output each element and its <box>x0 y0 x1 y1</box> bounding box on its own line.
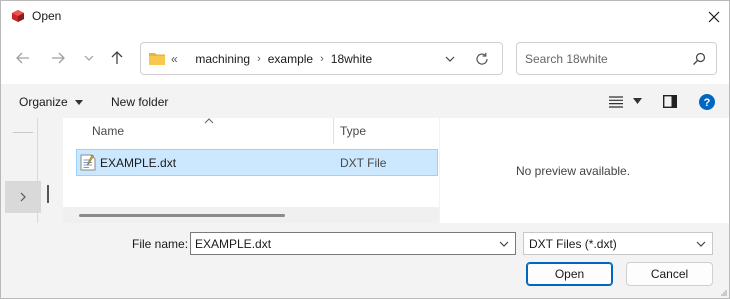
chevron-down-icon <box>84 55 94 61</box>
folder-icon <box>149 53 165 65</box>
navigation-pane-divider <box>13 132 33 133</box>
chevron-down-icon[interactable] <box>499 241 509 247</box>
file-type: DXT File <box>340 156 387 170</box>
file-name-combobox[interactable] <box>190 232 516 255</box>
resize-grip-icon[interactable] <box>721 290 727 296</box>
arrow-left-icon <box>16 52 29 64</box>
help-icon[interactable]: ? <box>699 94 715 110</box>
breadcrumb-overflow[interactable]: « <box>171 52 178 66</box>
dialog-footer: File name: DXT Files (*.dxt) Open Cancel <box>1 223 729 298</box>
breadcrumb: « › machining › example › 18white <box>171 52 372 66</box>
search-icon <box>693 52 706 65</box>
file-name-input[interactable] <box>195 236 485 252</box>
preview-pane: No preview available. <box>440 118 729 223</box>
cube-app-icon <box>12 10 24 22</box>
view-options-caret-icon[interactable] <box>633 98 642 104</box>
navigation-pane <box>1 118 42 223</box>
file-row[interactable]: EXAMPLE.dxt DXT File <box>76 149 438 176</box>
title-bar: Open <box>1 1 729 32</box>
preview-message: No preview available. <box>516 164 631 178</box>
svg-text:?: ? <box>704 97 711 109</box>
column-header-type[interactable]: Type <box>340 124 366 138</box>
chevron-right-icon <box>20 192 26 202</box>
recent-locations-button[interactable] <box>79 48 99 68</box>
window-title: Open <box>32 9 62 23</box>
refresh-icon[interactable] <box>474 51 490 67</box>
arrow-up-icon <box>111 51 123 64</box>
caret-down-icon <box>74 99 83 105</box>
address-bar[interactable]: « › machining › example › 18white <box>140 42 503 75</box>
pane-splitter[interactable] <box>47 185 49 203</box>
cancel-button[interactable]: Cancel <box>626 262 713 286</box>
close-button[interactable] <box>699 1 729 32</box>
file-list: Name Type EXAMPLE.dxt DXT File <box>63 118 439 223</box>
command-bar: Organize New folder ? <box>1 85 729 118</box>
forward-button[interactable] <box>48 48 68 68</box>
horizontal-scrollbar[interactable] <box>63 207 439 223</box>
breadcrumb-item-example[interactable]: example <box>268 52 313 66</box>
up-button[interactable] <box>107 48 127 68</box>
file-name: EXAMPLE.dxt <box>100 156 177 170</box>
chevron-down-icon <box>696 241 706 247</box>
column-divider[interactable] <box>333 118 334 144</box>
open-dialog: Open « machining › example › 18white Sea… <box>0 0 730 299</box>
breadcrumb-item-18white[interactable]: 18white <box>331 52 372 66</box>
search-input[interactable] <box>525 51 685 67</box>
breadcrumb-separator[interactable]: › <box>320 53 324 65</box>
file-name-label: File name: <box>132 237 189 251</box>
breadcrumb-item-machining[interactable]: machining <box>195 52 250 66</box>
new-folder-button[interactable]: New folder <box>111 95 168 109</box>
search-box[interactable] <box>516 42 717 75</box>
address-dropdown-icon[interactable] <box>444 53 456 65</box>
text-file-icon <box>80 154 96 171</box>
file-type-filter-value: DXT Files (*.dxt) <box>529 237 617 251</box>
column-header-name[interactable]: Name <box>92 124 124 138</box>
sort-ascending-icon <box>204 118 214 124</box>
navigation-bar: « › machining › example › 18white <box>1 32 729 84</box>
breadcrumb-separator[interactable]: › <box>257 53 261 65</box>
preview-pane-icon[interactable] <box>663 95 677 108</box>
back-button[interactable] <box>13 48 33 68</box>
close-icon <box>708 11 720 22</box>
file-type-filter[interactable]: DXT Files (*.dxt) <box>523 232 713 255</box>
organize-button[interactable]: Organize <box>19 95 83 109</box>
arrow-right-icon <box>52 52 65 64</box>
list-view-icon[interactable] <box>609 96 623 108</box>
expand-button[interactable] <box>5 181 41 213</box>
organize-label: Organize <box>19 95 68 109</box>
scrollbar-thumb[interactable] <box>79 214 285 217</box>
open-button[interactable]: Open <box>526 262 613 286</box>
